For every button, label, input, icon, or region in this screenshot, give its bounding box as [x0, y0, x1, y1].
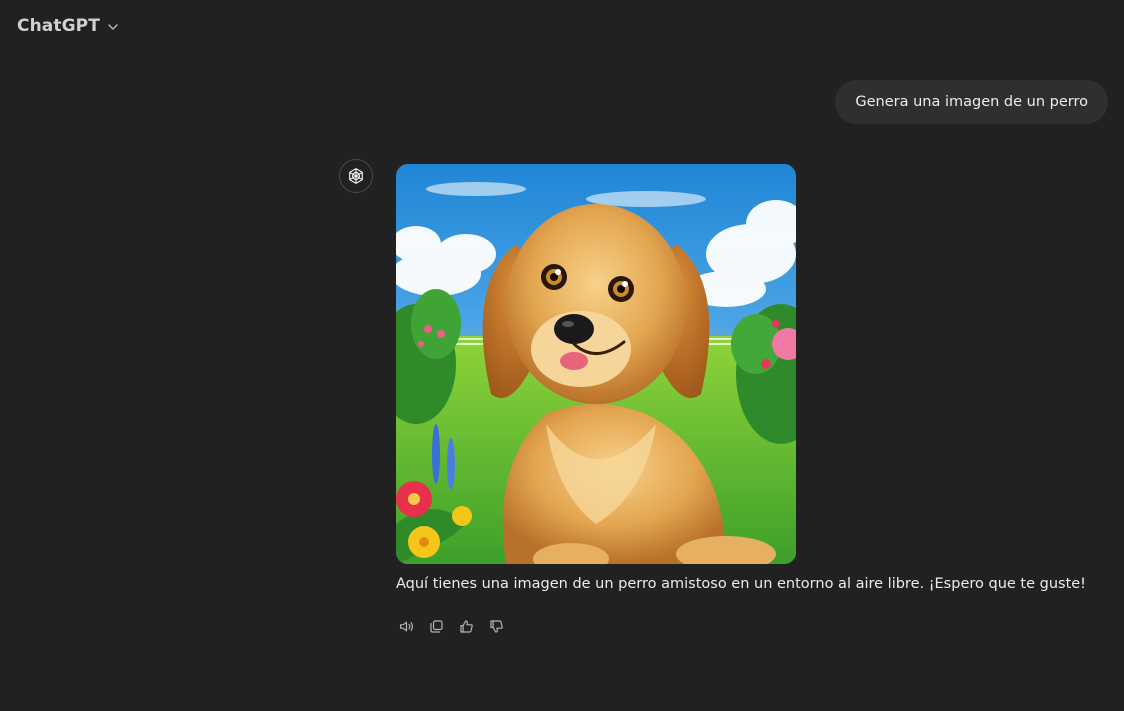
- thumbs-up-icon: [459, 619, 473, 633]
- user-message: Genera una imagen de un perro: [835, 80, 1108, 124]
- thumbs-up-button[interactable]: [456, 616, 476, 636]
- read-aloud-button[interactable]: [396, 616, 416, 636]
- assistant-reply-text: Aquí tienes una imagen de un perro amist…: [396, 576, 1086, 592]
- generated-image[interactable]: [396, 164, 796, 564]
- assistant-avatar: [339, 159, 373, 193]
- user-message-text: Genera una imagen de un perro: [855, 94, 1088, 110]
- model-selector[interactable]: ChatGPT: [17, 16, 120, 36]
- thumbs-down-icon: [489, 619, 503, 633]
- chevron-down-icon: [108, 24, 118, 30]
- message-actions: [396, 616, 506, 636]
- thumbs-down-button[interactable]: [486, 616, 506, 636]
- app-title: ChatGPT: [17, 16, 100, 36]
- copy-button[interactable]: [426, 616, 446, 636]
- openai-logo-icon: [349, 168, 363, 184]
- speaker-icon: [399, 621, 413, 631]
- copy-icon: [429, 619, 443, 633]
- dog-illustration: [396, 164, 796, 564]
